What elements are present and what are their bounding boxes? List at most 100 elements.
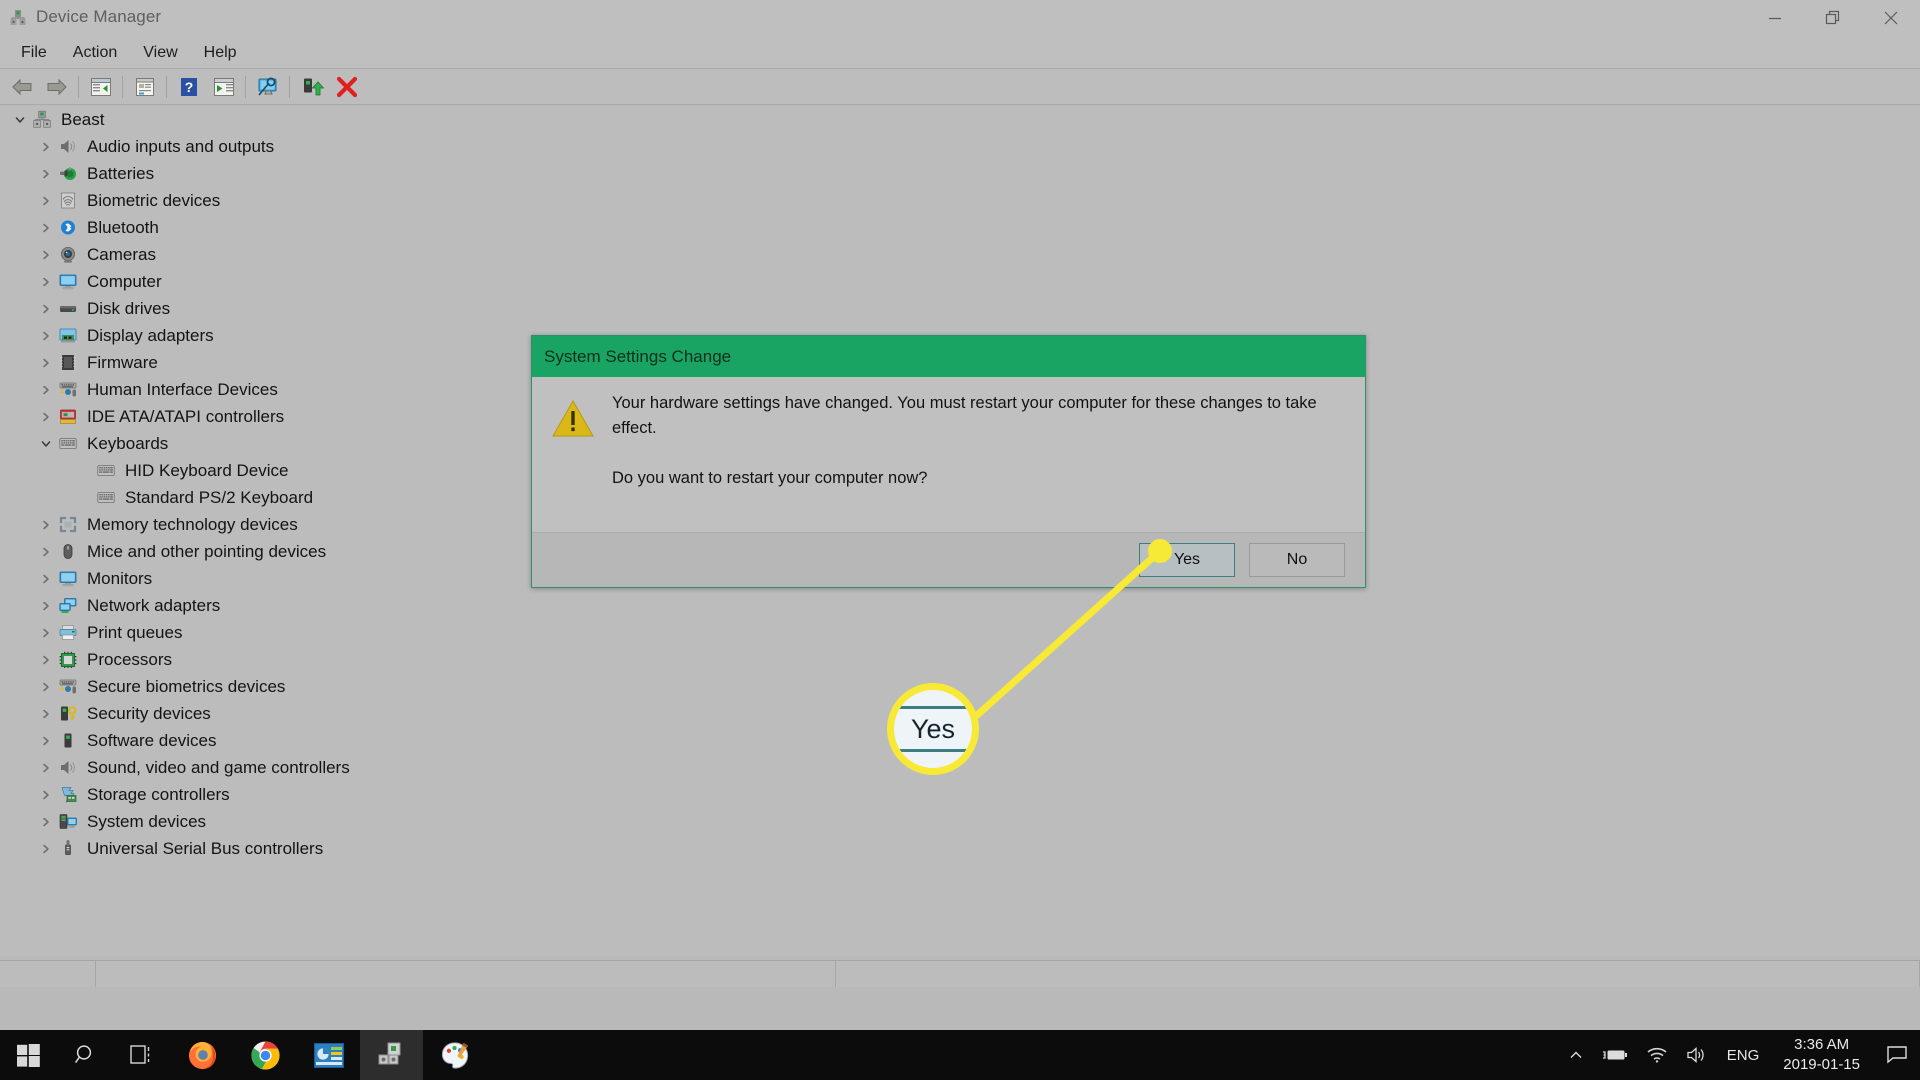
tree-item-sound-video-and-game-controllers[interactable]: Sound, video and game controllers [0,754,1920,781]
wifi-icon[interactable] [1637,1030,1677,1080]
network-icon [57,596,79,616]
chevron-right-icon[interactable] [38,544,54,560]
chevron-right-icon[interactable] [38,679,54,695]
tree-item-label: Security devices [87,703,211,723]
chevron-right-icon[interactable] [38,571,54,587]
chevron-right-icon[interactable] [38,301,54,317]
tree-item-storage-controllers[interactable]: Storage controllers [0,781,1920,808]
chevron-right-icon[interactable] [38,706,54,722]
toolbar-separator [289,75,290,98]
clock[interactable]: 3:36 AM 2019-01-15 [1769,1030,1874,1080]
tree-item-computer[interactable]: Computer [0,268,1920,295]
tree-item-label: Keyboards [87,433,169,453]
tree-item-processors[interactable]: Processors [0,646,1920,673]
usb-icon [57,839,79,859]
tree-item-label: Standard PS/2 Keyboard [125,487,314,507]
volume-icon[interactable] [1677,1030,1717,1080]
printer-icon [57,623,79,643]
no-button[interactable]: No [1249,543,1345,577]
chevron-right-icon[interactable] [38,787,54,803]
minimize-button[interactable] [1746,0,1804,36]
device-manager-taskbar-icon[interactable] [360,1030,423,1080]
tree-item-label: Cameras [87,244,156,264]
device-manager-icon [8,8,28,28]
firefox-icon[interactable] [171,1030,234,1080]
menu-action[interactable]: Action [60,40,130,66]
chevron-right-icon[interactable] [38,598,54,614]
tree-item-biometric-devices[interactable]: Biometric devices [0,187,1920,214]
window-title: Device Manager [36,7,162,26]
action-center-icon[interactable] [1874,1030,1920,1080]
language-indicator[interactable]: ENG [1717,1047,1770,1064]
chevron-right-icon[interactable] [38,814,54,830]
tree-root-row[interactable]: Beast [0,106,1920,133]
scan-for-hardware-changes-icon[interactable] [251,72,284,102]
close-button[interactable] [1862,0,1920,36]
uninstall-device-icon[interactable] [330,72,363,102]
windows-taskbar: ENG 3:36 AM 2019-01-15 [0,1030,1920,1080]
tree-item-network-adapters[interactable]: Network adapters [0,592,1920,619]
memory-icon [57,515,79,535]
restore-button[interactable] [1804,0,1862,36]
status-panel-2 [96,961,836,987]
paint-icon[interactable] [423,1030,486,1080]
tree-item-root[interactable]: Beast [0,106,1920,133]
show-hide-console-tree-icon[interactable] [84,72,117,102]
chevron-right-icon[interactable] [38,625,54,641]
chevron-right-icon[interactable] [38,247,54,263]
tree-item-secure-biometrics-devices[interactable]: Secure biometrics devices [0,673,1920,700]
tree-item-software-devices[interactable]: Software devices [0,727,1920,754]
chevron-right-icon[interactable] [38,382,54,398]
chevron-right-icon[interactable] [38,274,54,290]
menu-file[interactable]: File [8,40,60,66]
device-manager-window: Device Manager File Action View Help ? B… [0,0,1920,1030]
tree-item-system-devices[interactable]: System devices [0,808,1920,835]
tree-item-security-devices[interactable]: Security devices [0,700,1920,727]
update-driver-icon[interactable] [207,72,240,102]
menu-help[interactable]: Help [191,40,250,66]
status-bar [0,960,1920,987]
properties-icon[interactable] [128,72,161,102]
menu-view[interactable]: View [130,40,190,66]
start-button[interactable] [0,1030,57,1080]
chevron-right-icon[interactable] [38,139,54,155]
battery-charging-icon[interactable] [1593,1030,1637,1080]
tree-item-label: Monitors [87,568,153,588]
chevron-right-icon[interactable] [38,841,54,857]
chevron-right-icon[interactable] [38,193,54,209]
tree-item-cameras[interactable]: Cameras [0,241,1920,268]
chevron-right-icon[interactable] [38,760,54,776]
tree-item-label: HID Keyboard Device [125,460,289,480]
chrome-icon[interactable] [234,1030,297,1080]
disk-drive-icon [57,299,79,319]
show-hidden-icons-chevron[interactable] [1559,1030,1593,1080]
tree-item-audio-inputs-and-outputs[interactable]: Audio inputs and outputs [0,133,1920,160]
chevron-right-icon[interactable] [38,166,54,182]
tree-item-batteries[interactable]: Batteries [0,160,1920,187]
tree-item-print-queues[interactable]: Print queues [0,619,1920,646]
chevron-right-icon[interactable] [38,328,54,344]
tree-item-disk-drives[interactable]: Disk drives [0,295,1920,322]
tree-item-label: Computer [87,271,162,291]
chevron-down-icon[interactable] [38,436,54,452]
toolbar-separator [245,75,246,98]
chevron-right-icon[interactable] [38,409,54,425]
control-panel-icon[interactable] [297,1030,360,1080]
tree-item-bluetooth[interactable]: Bluetooth [0,214,1920,241]
help-icon[interactable]: ? [172,72,205,102]
chevron-right-icon[interactable] [38,517,54,533]
chevron-right-icon[interactable] [38,652,54,668]
tree-item-universal-serial-bus-controllers[interactable]: Universal Serial Bus controllers [0,835,1920,862]
enable-device-icon[interactable] [295,72,328,102]
search-icon[interactable] [57,1030,114,1080]
tree-item-spacer [76,490,92,506]
forward-icon[interactable] [40,72,73,102]
chevron-down-icon[interactable] [12,112,28,128]
svg-text:?: ? [184,79,193,95]
task-view-icon[interactable] [114,1030,171,1080]
chevron-right-icon[interactable] [38,355,54,371]
chevron-right-icon[interactable] [38,220,54,236]
chevron-right-icon[interactable] [38,733,54,749]
yes-button[interactable]: Yes [1139,543,1235,577]
back-icon[interactable] [5,72,38,102]
